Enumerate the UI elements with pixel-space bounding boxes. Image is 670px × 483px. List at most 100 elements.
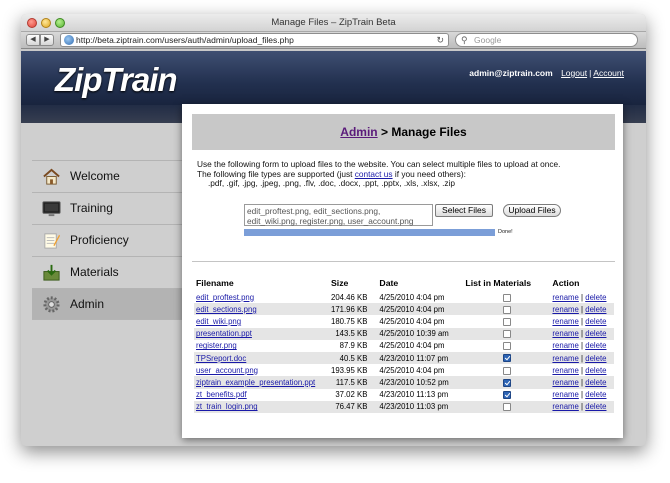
rename-link[interactable]: rename xyxy=(552,366,578,375)
list-in-materials-checkbox[interactable] xyxy=(502,317,511,326)
delete-link[interactable]: delete xyxy=(585,390,606,399)
filename-link[interactable]: edit_proftest.png xyxy=(196,293,254,302)
delete-link[interactable]: delete xyxy=(585,354,606,363)
column-header-size: Size xyxy=(331,278,349,288)
filename-link[interactable]: zt_benefits.pdf xyxy=(196,390,247,399)
sidebar-item-training[interactable]: Training xyxy=(32,192,183,224)
rename-link[interactable]: rename xyxy=(552,402,578,411)
select-files-button[interactable]: Select Files xyxy=(435,204,493,217)
delete-link[interactable]: delete xyxy=(585,366,606,375)
date-cell: 4/23/2010 10:52 pm xyxy=(377,376,464,389)
list-in-materials-checkbox[interactable] xyxy=(502,403,511,412)
filename-link[interactable]: TPSreport.doc xyxy=(196,354,246,363)
delete-link[interactable]: delete xyxy=(585,305,606,314)
back-button[interactable]: ◀ xyxy=(26,34,40,46)
table-row: presentation.ppt 143.5 KB 4/25/2010 10:39 … xyxy=(194,327,614,340)
search-field[interactable]: ⚲ Google xyxy=(455,33,638,47)
column-header-date: Date xyxy=(379,278,399,288)
house-icon xyxy=(43,168,60,185)
upload-progress-bar xyxy=(244,229,495,236)
list-in-materials-checkbox[interactable] xyxy=(502,330,511,339)
action-separator: | xyxy=(581,341,584,351)
sidebar-item-welcome[interactable]: Welcome xyxy=(32,160,183,192)
ziptrain-logo[interactable]: ZipTrain xyxy=(55,61,178,99)
filename-link[interactable]: ziptrain_example_presentation.ppt xyxy=(196,378,315,387)
list-in-materials-checkbox[interactable] xyxy=(502,293,511,302)
list-in-materials-checkbox[interactable] xyxy=(502,305,511,314)
download-box-icon xyxy=(43,264,60,281)
rename-link[interactable]: rename xyxy=(552,305,578,314)
delete-link[interactable]: delete xyxy=(585,293,606,302)
action-cell: rename | delete xyxy=(550,389,614,401)
rename-link[interactable]: rename xyxy=(552,293,578,302)
filename-cell: user_account.png xyxy=(194,364,329,376)
delete-link[interactable]: delete xyxy=(585,317,606,326)
selected-files-field[interactable]: edit_proftest.png, edit_sections.png, ed… xyxy=(244,204,433,226)
rename-link[interactable]: rename xyxy=(552,354,578,363)
rename-link[interactable]: rename xyxy=(552,341,578,350)
delete-link[interactable]: delete xyxy=(585,341,606,350)
sidebar-item-proficiency[interactable]: Proficiency xyxy=(32,224,183,256)
list-in-materials-checkbox[interactable] xyxy=(502,378,511,387)
reload-icon[interactable]: ↻ xyxy=(436,34,444,46)
list-in-materials-checkbox[interactable] xyxy=(502,391,511,400)
size-cell: 143.5 KB xyxy=(329,327,378,340)
forward-arrow-icon: ▶ xyxy=(44,36,50,43)
list-in-materials-checkbox[interactable] xyxy=(502,366,511,375)
delete-link[interactable]: delete xyxy=(585,378,606,387)
action-cell: rename | delete xyxy=(550,291,614,303)
filename-link[interactable]: zt_train_login.png xyxy=(196,402,258,411)
contact-us-link[interactable]: contact us xyxy=(355,169,393,179)
column-header-filename: Filename xyxy=(196,278,234,288)
breadcrumb-admin-link[interactable]: Admin xyxy=(340,125,377,139)
action-separator: | xyxy=(581,402,584,412)
column-header-action: Action xyxy=(552,278,580,288)
upload-files-button[interactable]: Upload Files xyxy=(503,204,561,217)
rename-link[interactable]: rename xyxy=(552,329,578,338)
account-link[interactable]: Account xyxy=(593,68,624,78)
size-cell: 117.5 KB xyxy=(329,376,378,389)
close-window-button[interactable] xyxy=(27,18,37,28)
action-cell: rename | delete xyxy=(550,315,614,327)
breadcrumb-current: > Manage Files xyxy=(377,125,467,139)
list-in-materials-checkbox[interactable] xyxy=(502,354,511,363)
filename-cell: edit_sections.png xyxy=(194,303,329,316)
delete-link[interactable]: delete xyxy=(585,402,606,411)
table-row: edit_wiki.png 180.75 KB 4/25/2010 4:04 pm r… xyxy=(194,315,614,327)
date-cell: 4/25/2010 4:04 pm xyxy=(379,365,445,375)
date-cell: 4/23/2010 11:03 pm xyxy=(377,400,464,413)
forward-button[interactable]: ▶ xyxy=(40,34,54,46)
table-row: ziptrain_example_presentation.ppt 117.5 K… xyxy=(194,376,614,389)
sidebar-item-admin[interactable]: Admin xyxy=(32,288,183,320)
monitor-icon xyxy=(42,201,61,217)
rename-link[interactable]: rename xyxy=(552,378,578,387)
window-title: Manage Files – ZipTrain Beta xyxy=(271,17,396,28)
logout-link[interactable]: Logout xyxy=(561,68,587,78)
delete-link[interactable]: delete xyxy=(585,329,606,338)
action-cell: rename | delete xyxy=(550,303,614,316)
list-in-materials-cell xyxy=(463,364,550,376)
column-header-list-in-materials: List in Materials xyxy=(465,278,532,288)
sidebar-item-materials[interactable]: Materials xyxy=(32,256,183,288)
zoom-window-button[interactable] xyxy=(55,18,65,28)
list-in-materials-cell xyxy=(463,340,550,352)
filename-link[interactable]: presentation.ppt xyxy=(196,329,252,338)
address-bar[interactable]: http://beta.ziptrain.com/users/auth/admi… xyxy=(60,33,449,47)
minimize-window-button[interactable] xyxy=(41,18,51,28)
rename-link[interactable]: rename xyxy=(552,390,578,399)
list-in-materials-cell xyxy=(463,389,550,401)
sidebar-item-label: Admin xyxy=(70,297,105,311)
rename-link[interactable]: rename xyxy=(552,317,578,326)
files-table: Filename Size Date List in Materials Act… xyxy=(194,278,614,413)
filename-link[interactable]: register.png xyxy=(196,341,237,350)
date-cell: 4/25/2010 10:39 am xyxy=(377,327,464,340)
action-separator: | xyxy=(581,353,584,363)
notepad-icon xyxy=(44,233,61,249)
date-cell: 4/25/2010 4:04 pm xyxy=(377,303,464,316)
browser-window: Manage Files – ZipTrain Beta ◀ ▶ http://… xyxy=(21,14,646,446)
filename-link[interactable]: edit_wiki.png xyxy=(196,317,241,326)
list-in-materials-checkbox[interactable] xyxy=(502,342,511,351)
filename-link[interactable]: edit_sections.png xyxy=(196,305,257,314)
back-arrow-icon: ◀ xyxy=(30,36,36,43)
filename-link[interactable]: user_account.png xyxy=(196,366,258,375)
